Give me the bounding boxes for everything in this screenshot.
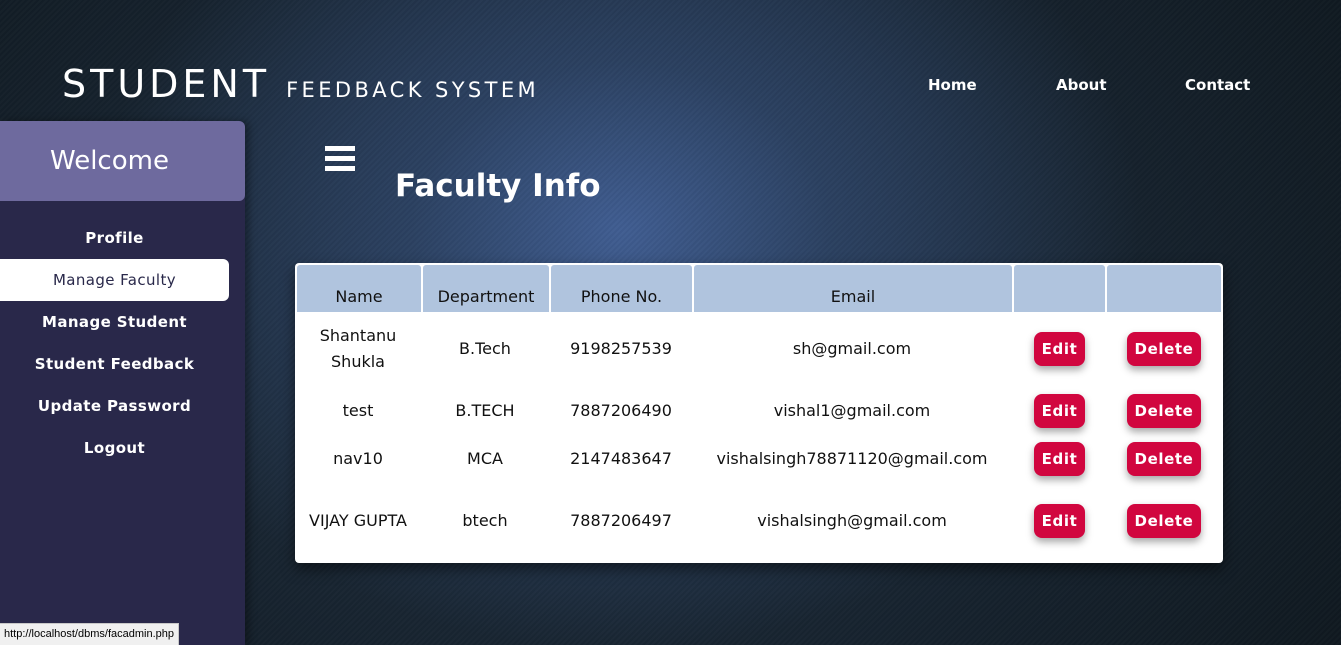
sidebar-item-manage-student[interactable]: Manage Student [0,301,229,343]
table-row: VIJAY GUPTA btech 7887206497 vishalsingh… [295,491,1223,551]
table-row: nav10 MCA 2147483647 vishalsingh78871120… [295,442,1223,476]
sidebar-item-logout[interactable]: Logout [0,427,229,469]
delete-button[interactable]: Delete [1127,442,1201,476]
nav-about-link[interactable]: About [1056,76,1107,94]
header-name: Name [297,265,421,312]
cell-name: nav10 [333,449,383,468]
sidebar: Welcome Profile Manage Faculty Manage St… [0,121,245,645]
edit-button[interactable]: Edit [1034,332,1085,366]
hamburger-icon[interactable] [325,146,355,171]
cell-phone: 2147483647 [570,449,672,468]
faculty-table: Name Department Phone No. Email Shantanu… [295,263,1223,563]
browser-status-bar: http://localhost/dbms/facadmin.php [0,623,179,645]
cell-department: btech [462,511,508,530]
cell-name: VIJAY GUPTA [309,511,407,530]
sidebar-item-manage-faculty[interactable]: Manage Faculty [0,259,229,301]
header-edit [1014,265,1105,312]
delete-button[interactable]: Delete [1127,504,1201,538]
table-row: Shantanu Shukla B.Tech 9198257539 sh@gma… [295,319,1223,379]
sidebar-item-update-password[interactable]: Update Password [0,385,229,427]
edit-button[interactable]: Edit [1034,504,1085,538]
sidebar-welcome: Welcome [0,121,245,201]
cell-email: vishalsingh78871120@gmail.com [716,449,988,468]
cell-name: test [342,401,374,420]
cell-email: vishalsingh@gmail.com [757,511,947,530]
header-delete [1107,265,1221,312]
header-department: Department [423,265,549,312]
edit-button[interactable]: Edit [1034,394,1085,428]
cell-department: MCA [467,449,503,468]
edit-button[interactable]: Edit [1034,442,1085,476]
cell-email: vishal1@gmail.com [773,401,931,420]
sidebar-menu: Profile Manage Faculty Manage Student St… [0,217,229,469]
cell-department: B.TECH [455,401,515,420]
table-row: test B.TECH 7887206490 vishal1@gmail.com… [295,394,1223,428]
cell-phone: 7887206490 [570,401,672,420]
header-phone: Phone No. [551,265,692,312]
table-header: Name Department Phone No. Email [297,265,1221,312]
top-navigation: Home About Contact [0,76,1341,98]
cell-email: sh@gmail.com [792,339,912,358]
nav-contact-link[interactable]: Contact [1185,76,1250,94]
cell-department: B.Tech [459,339,511,358]
sidebar-item-profile[interactable]: Profile [0,217,229,259]
page-title: Faculty Info [395,168,601,204]
delete-button[interactable]: Delete [1127,332,1201,366]
cell-name: Shantanu Shukla [319,326,397,371]
nav-home-link[interactable]: Home [928,76,977,94]
header-email: Email [694,265,1012,312]
delete-button[interactable]: Delete [1127,394,1201,428]
cell-phone: 9198257539 [570,339,672,358]
cell-phone: 7887206497 [570,511,672,530]
sidebar-item-student-feedback[interactable]: Student Feedback [0,343,229,385]
